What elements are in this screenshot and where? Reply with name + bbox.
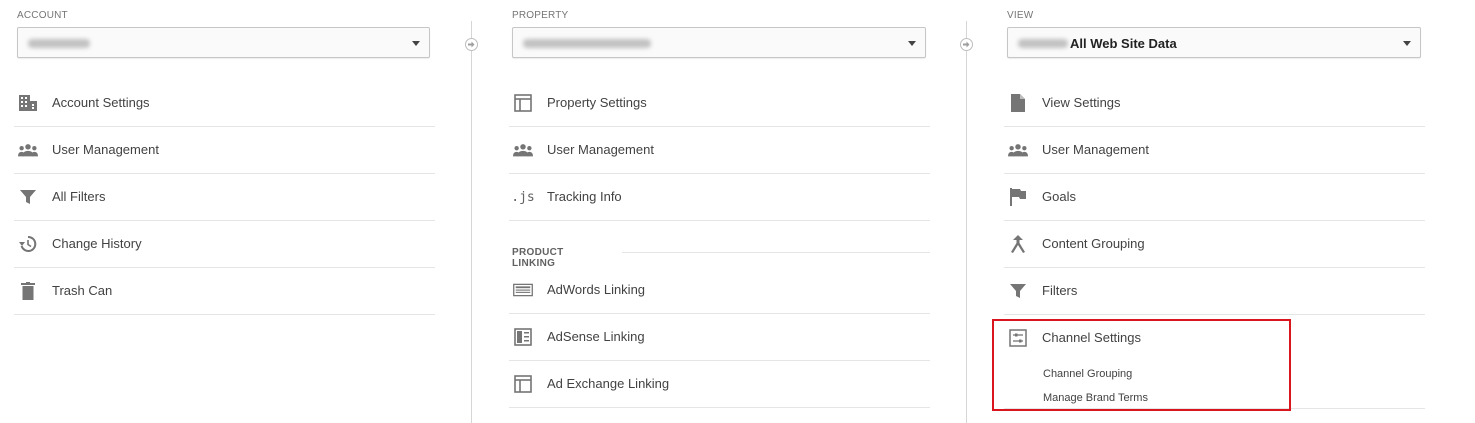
section-divider: [622, 252, 930, 253]
history-icon: [18, 235, 38, 253]
adwords-linking-item[interactable]: AdWords Linking: [509, 267, 930, 314]
adsense-linking-item[interactable]: AdSense Linking: [509, 314, 930, 361]
ad-exchange-linking-label: Ad Exchange Linking: [547, 376, 670, 391]
view-selector-dropdown[interactable]: All Web Site Data: [1007, 27, 1421, 58]
arrow-right-icon: [960, 38, 973, 51]
filter-icon: [18, 188, 38, 206]
account-settings-label: Account Settings: [52, 95, 150, 110]
account-column-label: ACCOUNT: [17, 10, 68, 21]
flag-icon: [1008, 188, 1028, 206]
account-menu: Account Settings User Management All Fil…: [14, 80, 435, 315]
account-name-redacted: [28, 39, 90, 48]
people-icon: [513, 141, 533, 159]
trash-icon: [18, 282, 38, 300]
view-selected-name: All Web Site Data: [1070, 36, 1177, 51]
property-menu: Property Settings User Management .js Tr…: [509, 80, 930, 221]
product-linking-heading: PRODUCT LINKING: [512, 247, 564, 269]
property-user-management-item[interactable]: User Management: [509, 127, 930, 174]
document-icon: [1008, 94, 1028, 112]
property-settings-item[interactable]: Property Settings: [509, 80, 930, 127]
filters-label: Filters: [1042, 283, 1078, 298]
account-settings-item[interactable]: Account Settings: [14, 80, 435, 127]
adwords-linking-label: AdWords Linking: [547, 282, 646, 297]
view-settings-label: View Settings: [1042, 95, 1121, 110]
view-settings-item[interactable]: View Settings: [1004, 80, 1425, 127]
building-icon: [18, 94, 38, 112]
tracking-info-item[interactable]: .js Tracking Info: [509, 174, 930, 221]
column-divider: [966, 21, 967, 423]
property-name-redacted: [523, 39, 651, 48]
channel-settings-highlight-box: [992, 319, 1291, 411]
filters-item[interactable]: Filters: [1004, 268, 1425, 315]
square-layout-icon: [513, 94, 533, 112]
ad-exchange-linking-item[interactable]: Ad Exchange Linking: [509, 361, 930, 408]
chevron-down-icon: [412, 41, 420, 46]
chevron-down-icon: [908, 41, 916, 46]
js-icon: .js: [511, 189, 535, 205]
property-column-label: PROPERTY: [512, 10, 569, 21]
goals-label: Goals: [1042, 189, 1076, 204]
view-prefix-redacted: [1018, 39, 1068, 48]
adsense-icon: [513, 328, 533, 346]
all-filters-item[interactable]: All Filters: [14, 174, 435, 221]
account-user-management-item[interactable]: User Management: [14, 127, 435, 174]
view-user-management-item[interactable]: User Management: [1004, 127, 1425, 174]
view-column-label: VIEW: [1007, 10, 1034, 21]
tracking-info-label: Tracking Info: [547, 189, 622, 204]
people-icon: [1008, 141, 1028, 159]
property-user-management-label: User Management: [547, 142, 654, 157]
content-grouping-item[interactable]: Content Grouping: [1004, 221, 1425, 268]
adwords-icon: [513, 281, 533, 299]
account-user-management-label: User Management: [52, 142, 159, 157]
people-icon: [18, 141, 38, 159]
change-history-item[interactable]: Change History: [14, 221, 435, 268]
arrow-right-icon: [465, 38, 478, 51]
change-history-label: Change History: [52, 236, 142, 251]
content-grouping-icon: [1008, 235, 1028, 253]
chevron-down-icon: [1403, 41, 1411, 46]
ad-exchange-icon: [513, 375, 533, 393]
all-filters-label: All Filters: [52, 189, 106, 204]
account-selector-dropdown[interactable]: [17, 27, 430, 58]
view-user-management-label: User Management: [1042, 142, 1149, 157]
product-linking-menu: AdWords Linking AdSense Linking Ad Excha…: [509, 267, 930, 408]
content-grouping-label: Content Grouping: [1042, 236, 1145, 251]
trash-can-item[interactable]: Trash Can: [14, 268, 435, 315]
column-divider: [471, 21, 472, 423]
property-selector-dropdown[interactable]: [512, 27, 926, 58]
filter-icon: [1008, 282, 1028, 300]
trash-can-label: Trash Can: [52, 283, 113, 298]
property-settings-label: Property Settings: [547, 95, 647, 110]
adsense-linking-label: AdSense Linking: [547, 329, 645, 344]
goals-item[interactable]: Goals: [1004, 174, 1425, 221]
